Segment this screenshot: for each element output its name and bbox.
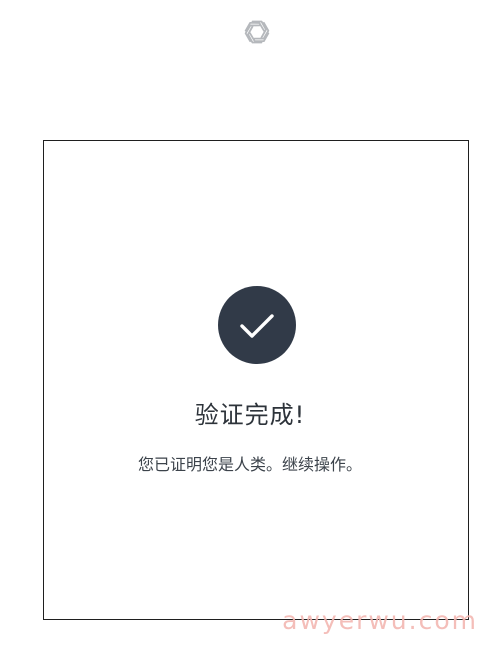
verification-message: 您已证明您是人类。继续操作。	[137, 455, 362, 474]
checkmark-circle-icon	[218, 286, 296, 364]
verification-title: 验证完成!	[194, 401, 306, 429]
watermark-text: awyerwu.com	[282, 606, 478, 635]
openai-logo-icon	[239, 14, 275, 50]
verification-card	[43, 140, 469, 620]
